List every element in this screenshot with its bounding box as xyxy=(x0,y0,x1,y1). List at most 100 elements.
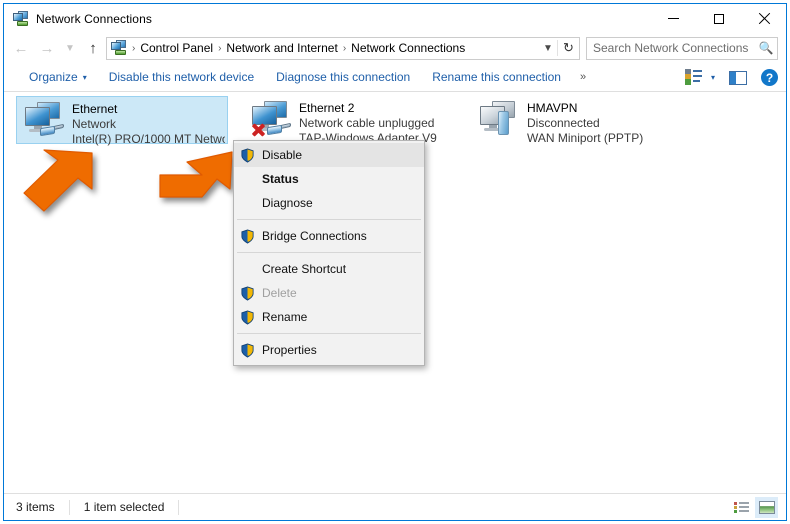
window-title: Network Connections xyxy=(36,12,152,26)
window-controls xyxy=(651,4,786,33)
search-input[interactable]: Search Network Connections xyxy=(587,41,755,55)
network-connections-window: Network Connections ← → ▼ ↑ xyxy=(3,3,787,521)
connection-device: WAN Miniport (PPTP) xyxy=(527,131,682,146)
context-menu-separator xyxy=(237,252,421,253)
title-bar: Network Connections xyxy=(4,4,786,33)
connection-item-hmavpn[interactable]: HMAVPN Disconnected WAN Miniport (PPTP) xyxy=(472,96,684,144)
breadcrumb-item-control-panel[interactable]: Control Panel xyxy=(137,41,216,55)
search-icon: 🔍 xyxy=(755,41,777,55)
connection-item-ethernet[interactable]: Ethernet Network Intel(R) PRO/1000 MT Ne… xyxy=(16,96,228,144)
connection-device: Intel(R) PRO/1000 MT Network C... xyxy=(72,132,225,147)
connection-status: Disconnected xyxy=(527,116,682,131)
search-box[interactable]: Search Network Connections 🔍 xyxy=(586,37,778,60)
address-dropdown-button[interactable]: ▼ xyxy=(539,43,557,54)
context-menu-item-bridge-connections[interactable]: Bridge Connections xyxy=(234,224,424,248)
disable-device-label: Disable this network device xyxy=(109,70,254,84)
context-menu-label: Status xyxy=(262,172,299,186)
context-menu-label: Create Shortcut xyxy=(262,262,346,276)
rename-label: Rename this connection xyxy=(432,70,561,84)
back-button[interactable]: ← xyxy=(8,36,34,60)
connection-text: Ethernet 2 Network cable unplugged TAP-W… xyxy=(299,99,454,144)
address-bar[interactable]: › Control Panel › Network and Internet ›… xyxy=(106,37,580,60)
preview-pane-icon[interactable] xyxy=(729,71,747,85)
organize-label: Organize xyxy=(29,70,78,84)
maximize-icon xyxy=(714,14,724,24)
arrow-pointing-to-context-menu xyxy=(152,149,238,216)
context-menu-item-rename[interactable]: Rename xyxy=(234,305,424,329)
organize-button[interactable]: Organize ▾ xyxy=(18,66,98,88)
context-menu-label: Disable xyxy=(262,148,302,162)
connection-status: Network xyxy=(72,117,225,132)
context-menu-separator xyxy=(237,333,421,334)
recent-locations-button[interactable]: ▼ xyxy=(60,36,80,60)
large-icons-view-button[interactable] xyxy=(755,497,778,518)
minimize-icon xyxy=(668,18,679,19)
red-x-icon xyxy=(250,121,266,137)
connections-list: Ethernet Network Intel(R) PRO/1000 MT Ne… xyxy=(4,92,786,493)
context-menu-item-status[interactable]: Status xyxy=(234,167,424,191)
uac-shield-icon xyxy=(240,310,262,325)
breadcrumb-separator: › xyxy=(341,43,348,54)
network-adapter-icon xyxy=(248,99,296,143)
network-adapter-icon xyxy=(21,100,69,144)
context-menu-separator xyxy=(237,219,421,220)
navigation-bar: ← → ▼ ↑ › Control Panel › Network and In… xyxy=(4,33,786,63)
uac-shield-icon xyxy=(240,229,262,244)
context-menu-label: Delete xyxy=(262,286,297,300)
diagnose-label: Diagnose this connection xyxy=(276,70,410,84)
uac-shield-icon xyxy=(240,148,262,163)
forward-button[interactable]: → xyxy=(34,36,60,60)
close-icon xyxy=(758,13,770,25)
breadcrumb: › Control Panel › Network and Internet ›… xyxy=(130,41,539,55)
uac-shield-icon xyxy=(240,343,262,358)
context-menu-item-properties[interactable]: Properties xyxy=(234,338,424,362)
connection-text: Ethernet Network Intel(R) PRO/1000 MT Ne… xyxy=(72,100,225,143)
context-menu-item-disable[interactable]: Disable xyxy=(234,143,424,167)
context-menu-label: Rename xyxy=(262,310,307,324)
uac-shield-icon xyxy=(240,286,262,301)
details-view-icon xyxy=(734,501,749,514)
status-bar: 3 items 1 item selected xyxy=(4,493,786,520)
command-bar-right: ▾ ? xyxy=(684,63,778,92)
command-overflow-button[interactable]: » xyxy=(572,71,594,83)
rename-connection-button[interactable]: Rename this connection xyxy=(421,66,572,88)
breadcrumb-item-network-and-internet[interactable]: Network and Internet xyxy=(223,41,340,55)
context-menu-item-delete: Delete xyxy=(234,281,424,305)
up-button[interactable]: ↑ xyxy=(80,36,106,60)
connection-text: HMAVPN Disconnected WAN Miniport (PPTP) xyxy=(527,99,682,144)
connection-item-ethernet-2[interactable]: Ethernet 2 Network cable unplugged TAP-W… xyxy=(244,96,456,144)
maximize-button[interactable] xyxy=(696,4,741,33)
minimize-button[interactable] xyxy=(651,4,696,33)
view-mode-buttons xyxy=(728,494,778,521)
connection-name: Ethernet xyxy=(72,102,225,117)
diagnose-connection-button[interactable]: Diagnose this connection xyxy=(265,66,421,88)
address-bar-folder-icon xyxy=(111,40,127,56)
up-arrow-icon: ↑ xyxy=(89,40,97,57)
breadcrumb-separator: › xyxy=(130,43,137,54)
context-menu-label: Diagnose xyxy=(262,196,313,210)
context-menu-item-create-shortcut[interactable]: Create Shortcut xyxy=(234,257,424,281)
disable-network-device-button[interactable]: Disable this network device xyxy=(98,66,265,88)
arrow-pointing-to-ethernet-item xyxy=(18,149,98,220)
breadcrumb-separator: › xyxy=(216,43,223,54)
help-icon[interactable]: ? xyxy=(761,69,778,86)
view-options-caret-icon[interactable]: ▾ xyxy=(711,73,715,82)
context-menu-label: Properties xyxy=(262,343,317,357)
context-menu-item-diagnose[interactable]: Diagnose xyxy=(234,191,424,215)
breadcrumb-item-network-connections[interactable]: Network Connections xyxy=(348,41,468,55)
connection-name: HMAVPN xyxy=(527,101,682,116)
refresh-button[interactable]: ↻ xyxy=(557,40,579,56)
forward-arrow-icon: → xyxy=(40,40,55,57)
connection-status: Network cable unplugged xyxy=(299,116,454,131)
view-options-icon[interactable] xyxy=(684,69,704,87)
item-count-label: 3 items xyxy=(16,500,70,515)
connection-name: Ethernet 2 xyxy=(299,101,454,116)
selection-label: 1 item selected xyxy=(70,500,180,515)
chevron-down-icon: ▼ xyxy=(543,43,553,54)
refresh-icon: ↻ xyxy=(563,40,574,55)
close-button[interactable] xyxy=(741,4,786,33)
details-view-button[interactable] xyxy=(730,497,753,518)
context-menu-label: Bridge Connections xyxy=(262,229,367,243)
chevron-down-icon: ▾ xyxy=(83,73,87,82)
context-menu: Disable Status Diagnose xyxy=(233,140,425,366)
